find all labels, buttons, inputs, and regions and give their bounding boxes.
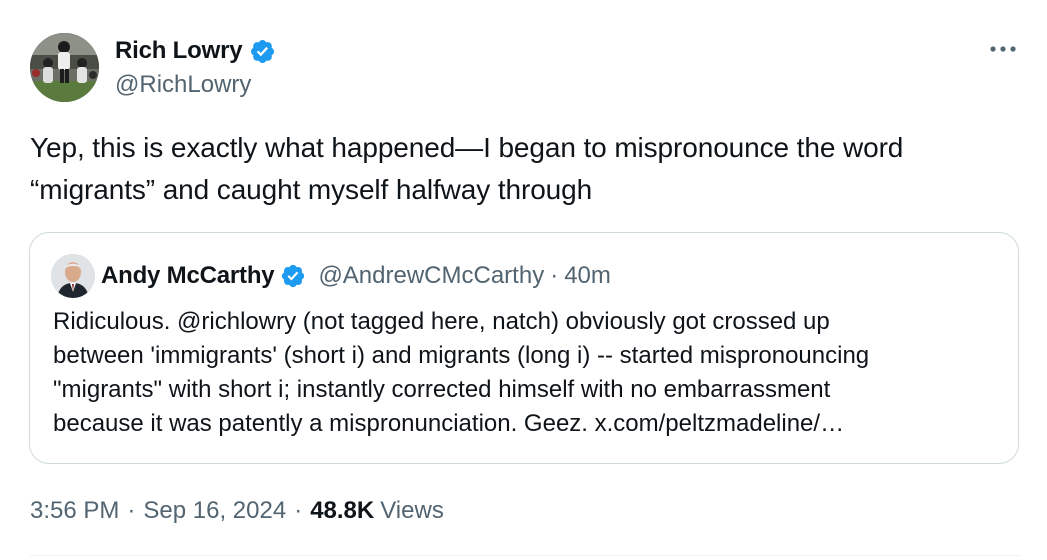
tweet-text: Yep, this is exactly what happened—I beg… [30,127,1010,211]
quote-tweet-card[interactable]: Andy McCarthy @AndrewCMcCarthy · 40m Rid… [29,232,1019,464]
views-count[interactable]: 48.8K [310,497,374,525]
more-options-icon [990,46,1016,52]
tweet-text-line: Yep, this is exactly what happened—I beg… [30,132,904,163]
tweet-date[interactable]: Sep 16, 2024 [143,497,286,525]
tweet-text-line: “migrants” and caught myself halfway thr… [30,174,593,205]
author-name-row: Rich Lowry [115,35,276,67]
verified-badge-icon[interactable] [249,38,276,65]
quote-author-name[interactable]: Andy McCarthy [101,262,275,290]
meta-separator: · [127,497,136,524]
quote-text-line: because it was patently a mispronunciati… [53,410,845,437]
verified-badge-icon[interactable] [280,263,306,289]
quote-timestamp[interactable]: 40m [564,262,611,290]
quote-avatar-photo [51,254,95,298]
author-handle[interactable]: @RichLowry [115,71,251,99]
quote-author-handle[interactable]: @AndrewCMcCarthy [318,262,544,290]
avatar-photo [30,33,99,102]
views-label: Views [380,497,444,524]
quote-text: Ridiculous. @richlowry (not tagged here,… [53,305,1003,441]
quote-text-line: between 'immigrants' (short i) and migra… [53,342,870,369]
quote-text-line: Ridiculous. @richlowry (not tagged here,… [53,308,830,335]
divider [30,555,1020,556]
tweet-metadata: 3:56 PM · Sep 16, 2024 · 48.8K Views [30,493,444,529]
quote-header: Andy McCarthy @AndrewCMcCarthy · 40m [101,259,611,293]
quote-author-avatar[interactable] [51,254,95,298]
quote-text-line: "migrants" with short i; instantly corre… [53,376,831,403]
tweet-page: Rich Lowry @RichLowry Yep, this is exact… [0,0,1047,560]
author-display-name[interactable]: Rich Lowry [115,37,243,65]
meta-separator: · [294,497,303,524]
tweet-time[interactable]: 3:56 PM [30,497,119,525]
author-avatar[interactable] [30,33,99,102]
more-options-button[interactable] [985,34,1021,64]
quote-separator: · [550,262,559,289]
